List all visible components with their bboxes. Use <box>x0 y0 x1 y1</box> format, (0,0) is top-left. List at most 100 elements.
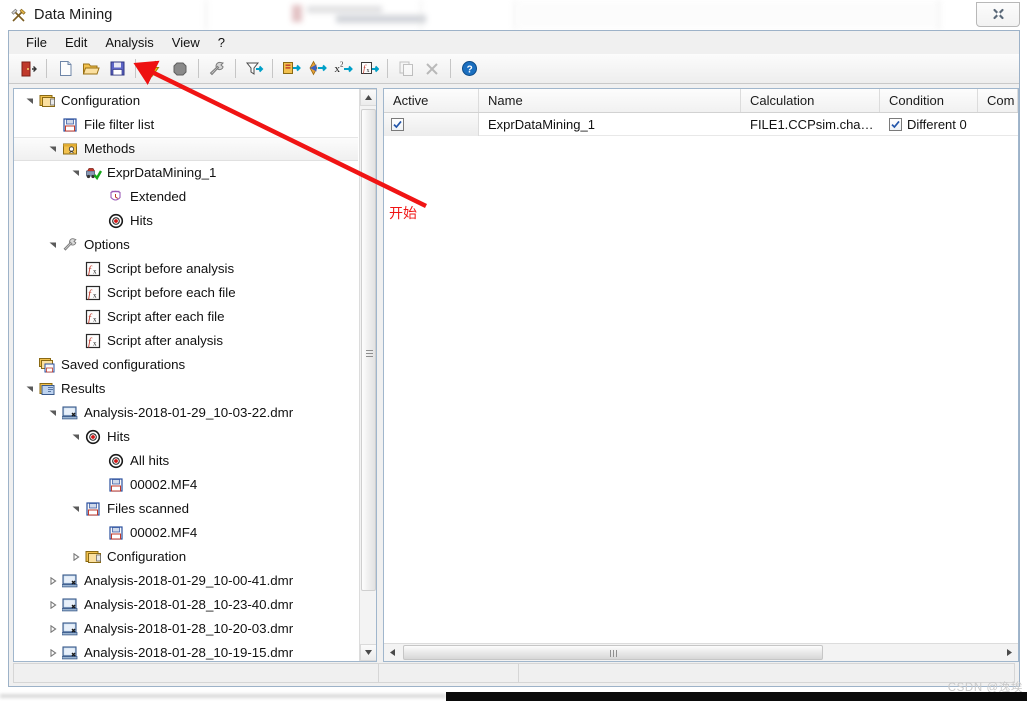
tree-item-label: Extended <box>130 189 187 205</box>
toolbar-copy[interactable] <box>394 57 418 81</box>
twisty-toggle[interactable] <box>68 549 84 565</box>
column-calculation[interactable]: Calculation <box>741 89 880 112</box>
fx-script-icon: fx <box>85 333 100 349</box>
methods-list-panel[interactable]: Active Name Calculation Condition Com ExprDa… <box>383 88 1019 662</box>
tree-item-hits[interactable]: Hits <box>14 209 361 233</box>
menu-view[interactable]: View <box>163 33 209 52</box>
toolbar-exit[interactable] <box>16 57 40 81</box>
twisty-toggle[interactable] <box>45 621 61 637</box>
condition-label: Different 0 <box>907 116 967 132</box>
close-button[interactable] <box>976 2 1020 27</box>
tree-item-exprdatamining-1[interactable]: ExprDataMining_1 <box>14 161 361 185</box>
menu-analysis[interactable]: Analysis <box>96 33 162 52</box>
twisty-toggle[interactable] <box>45 645 61 661</box>
twisty-toggle[interactable] <box>22 381 38 397</box>
menu-help[interactable]: ? <box>209 33 234 52</box>
twisty-expanded-icon <box>49 242 56 248</box>
tree-item-00002-mf4[interactable]: 00002.MF4 <box>14 521 361 545</box>
toolbar-add-script[interactable]: f x <box>357 57 381 81</box>
calculation-cell[interactable]: FILE1.CCPsim.cha… <box>741 113 880 136</box>
scroll-down-button[interactable] <box>360 644 376 661</box>
chevron-right-icon <box>1007 649 1012 656</box>
twisty-expanded-icon <box>26 386 33 392</box>
scroll-left-button[interactable] <box>384 644 401 661</box>
twisty-collapsed-icon <box>50 577 57 585</box>
menu-edit[interactable]: Edit <box>56 33 96 52</box>
tree-item-methods[interactable]: Methods <box>14 137 358 161</box>
column-active[interactable]: Active <box>384 89 479 112</box>
tree-item-script-after-each-file[interactable]: f x Script after each file <box>14 305 361 329</box>
tree-item-options[interactable]: Options <box>14 233 361 257</box>
toolbar-add-formula[interactable]: x 2 <box>331 57 355 81</box>
tree-item-label: ExprDataMining_1 <box>107 165 217 181</box>
menu-file[interactable]: File <box>17 33 56 52</box>
scrollbar-track[interactable] <box>401 644 1001 661</box>
tree-vertical-scrollbar[interactable] <box>359 89 376 661</box>
scroll-up-button[interactable] <box>360 89 376 106</box>
twisty-toggle[interactable] <box>68 165 84 181</box>
twisty-toggle[interactable] <box>45 597 61 613</box>
name-cell[interactable]: ExprDataMining_1 <box>479 113 741 136</box>
tree-item-all-hits[interactable]: All hits <box>14 449 361 473</box>
screen-bottom-edge <box>0 692 1027 701</box>
wrench-icon <box>61 237 79 254</box>
tree-item-script-before-each-file[interactable]: f x Script before each file <box>14 281 361 305</box>
column-header-label: Com <box>987 93 1015 108</box>
chevron-down-icon <box>365 650 372 655</box>
toolbar-stop-analysis[interactable] <box>168 57 192 81</box>
tree-item-saved-configurations[interactable]: Saved configurations <box>14 353 361 377</box>
column-condition[interactable]: Condition <box>880 89 978 112</box>
tree-item-analysis-2018-01-28-10-20-03-dmr[interactable]: Analysis-2018-01-28_10-20-03.dmr <box>14 617 361 641</box>
toolbar-file-filter[interactable] <box>242 57 266 81</box>
tree-item-files-scanned[interactable]: Files scanned <box>14 497 361 521</box>
toolbar-delete[interactable] <box>420 57 444 81</box>
fx-script-icon: fx <box>84 261 102 278</box>
tree-item-analysis-2018-01-29-10-03-22-dmr[interactable]: Analysis-2018-01-29_10-03-22.dmr <box>14 401 361 425</box>
tree-item-analysis-2018-01-28-10-19-15-dmr[interactable]: Analysis-2018-01-28_10-19-15.dmr <box>14 641 361 661</box>
table-row[interactable]: ExprDataMining_1 FILE1.CCPsim.cha… Differe… <box>384 112 1018 136</box>
tree-item-file-filter-list[interactable]: File filter list <box>14 113 361 137</box>
toolbar-add-extended[interactable] <box>305 57 329 81</box>
tree-item-extended[interactable]: Extended <box>14 185 361 209</box>
toolbar-save[interactable] <box>105 57 129 81</box>
extended-clock-icon <box>109 190 121 201</box>
twisty-toggle[interactable] <box>22 93 38 109</box>
scrollbar-thumb[interactable] <box>361 109 376 591</box>
toolbar-new[interactable] <box>53 57 77 81</box>
hits-target-icon <box>108 213 123 229</box>
tree-item-script-after-analysis[interactable]: f x Script after analysis <box>14 329 361 353</box>
scroll-right-button[interactable] <box>1001 644 1018 661</box>
twisty-toggle[interactable] <box>45 405 61 421</box>
tree-item-results[interactable]: Results <box>14 377 361 401</box>
twisty-toggle[interactable] <box>45 573 61 589</box>
tree-item-analysis-2018-01-28-10-23-40-dmr[interactable]: Analysis-2018-01-28_10-23-40.dmr <box>14 593 361 617</box>
toolbar-start-analysis[interactable] <box>142 57 166 81</box>
condition-cell[interactable]: Different 0 <box>880 113 978 136</box>
column-header-label: Condition <box>889 93 944 108</box>
toolbar-open[interactable] <box>79 57 103 81</box>
list-horizontal-scrollbar[interactable] <box>384 643 1018 661</box>
scrollbar-thumb[interactable] <box>403 645 823 660</box>
analysis-report-icon <box>61 597 79 614</box>
twisty-toggle[interactable] <box>45 141 61 157</box>
condition-checkbox[interactable] <box>889 117 902 131</box>
twisty-toggle[interactable] <box>68 501 84 517</box>
toolbar-options[interactable] <box>205 57 229 81</box>
tree-item-hits[interactable]: Hits <box>14 425 361 449</box>
column-name[interactable]: Name <box>479 89 741 112</box>
active-checkbox-cell[interactable] <box>384 112 479 136</box>
comment-cell[interactable] <box>978 113 1018 136</box>
toolbar-add-method[interactable] <box>279 57 303 81</box>
tree-item-configuration[interactable]: Configuration <box>14 89 361 113</box>
tree-item-00002-mf4[interactable]: 00002.MF4 <box>14 473 361 497</box>
configuration-tree-panel[interactable]: Configuration File filter list Methods Expr… <box>13 88 377 662</box>
active-checkbox[interactable] <box>391 117 404 131</box>
tree-item-configuration[interactable]: Configuration <box>14 545 361 569</box>
svg-text:x: x <box>366 68 369 74</box>
twisty-toggle[interactable] <box>68 429 84 445</box>
tree-item-script-before-analysis[interactable]: f x Script before analysis <box>14 257 361 281</box>
twisty-toggle[interactable] <box>45 237 61 253</box>
tree-item-analysis-2018-01-29-10-00-41-dmr[interactable]: Analysis-2018-01-29_10-00-41.dmr <box>14 569 361 593</box>
column-comment[interactable]: Com <box>978 89 1018 112</box>
toolbar-help[interactable]: ? <box>457 57 481 81</box>
